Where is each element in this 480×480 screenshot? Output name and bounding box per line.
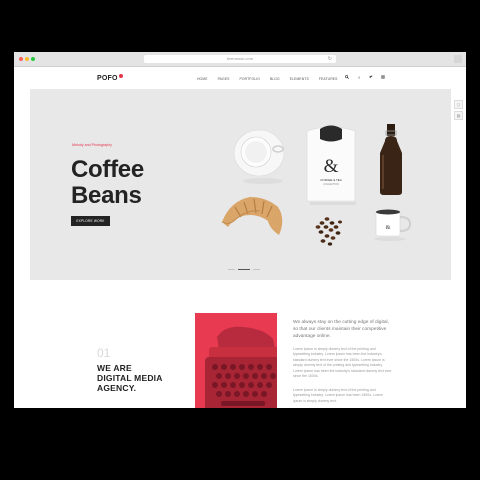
hero-eyebrow: Melody and Photography: [72, 143, 112, 147]
maximize-window-button[interactable]: [31, 57, 35, 61]
typewriter-photo: [195, 313, 277, 408]
menu-item-blog[interactable]: BLOG: [270, 77, 280, 81]
close-window-button[interactable]: [19, 57, 23, 61]
menu-item-portfolio[interactable]: PORTFOLIO: [240, 77, 260, 81]
address-bar[interactable]: themeuse.com ↻: [144, 55, 336, 63]
menu-item-elements[interactable]: ELEMENTS: [290, 77, 309, 81]
main-menu: HOME PAGES PORTFOLIO BLOG ELEMENTS FEATU…: [197, 77, 348, 81]
menu-item-home[interactable]: HOME: [197, 77, 208, 81]
slide-dot-1[interactable]: [228, 269, 235, 270]
slide-dot-2[interactable]: [238, 269, 250, 270]
layout-icon[interactable]: ▯: [454, 100, 463, 109]
search-icon[interactable]: [345, 75, 350, 80]
minimize-window-button[interactable]: [25, 57, 29, 61]
side-tools: ▯ ▤: [454, 100, 463, 122]
about-paragraph-2: Lorem ipsum is simply dummy text of the …: [293, 388, 383, 403]
section-number: 01: [97, 346, 111, 360]
address-text: themeuse.com: [226, 56, 254, 61]
instagram-icon[interactable]: [381, 75, 385, 80]
about-heading-line1: WE ARE: [97, 363, 132, 373]
svg-text:&: &: [386, 225, 391, 231]
hero-title: Coffee Beans: [71, 157, 144, 209]
explore-work-button[interactable]: EXPLORE WORK: [71, 216, 110, 226]
hero-title-line1: Coffee: [71, 156, 144, 183]
about-heading-line2: DIGITAL MEDIA: [97, 373, 163, 383]
about-lead: We always stay on the cutting edge of di…: [293, 320, 389, 339]
about-heading: WE ARE DIGITAL MEDIA AGENCY.: [97, 363, 163, 393]
about-paragraph-1: Lorem ipsum is simply dummy text of the …: [293, 347, 392, 379]
slider-pagination: [228, 269, 263, 270]
site-logo[interactable]: POFO: [97, 74, 123, 82]
cart-icon[interactable]: ▤: [454, 111, 463, 120]
hero-slider: Melody and Photography Coffee Beans EXPL…: [30, 89, 451, 280]
reload-icon[interactable]: ↻: [328, 55, 332, 63]
slide-dot-3[interactable]: [253, 269, 260, 270]
hero-title-line2: Beans: [71, 182, 142, 209]
bag-label: COFFEE & TEA: [320, 178, 342, 182]
browser-window: themeuse.com ↻ POFO HOME PAGES PORTFOLIO…: [14, 52, 466, 408]
browser-toolbar: themeuse.com ↻: [14, 52, 466, 67]
menu-item-pages[interactable]: PAGES: [218, 77, 230, 81]
site-header: POFO HOME PAGES PORTFOLIO BLOG ELEMENTS …: [14, 67, 466, 89]
browser-menu-button[interactable]: [454, 55, 462, 63]
twitter-icon[interactable]: [369, 75, 373, 80]
header-icons: f: [345, 75, 393, 80]
facebook-icon[interactable]: f: [357, 75, 361, 80]
logo-text: POFO: [97, 75, 118, 82]
menu-item-features[interactable]: FEATURES: [319, 77, 338, 81]
logo-dot-icon: [118, 74, 123, 78]
bag-sub-label: COLLECTION: [323, 183, 339, 186]
about-heading-line3: AGENCY.: [97, 383, 137, 393]
bag-ampersand: &: [324, 156, 339, 177]
